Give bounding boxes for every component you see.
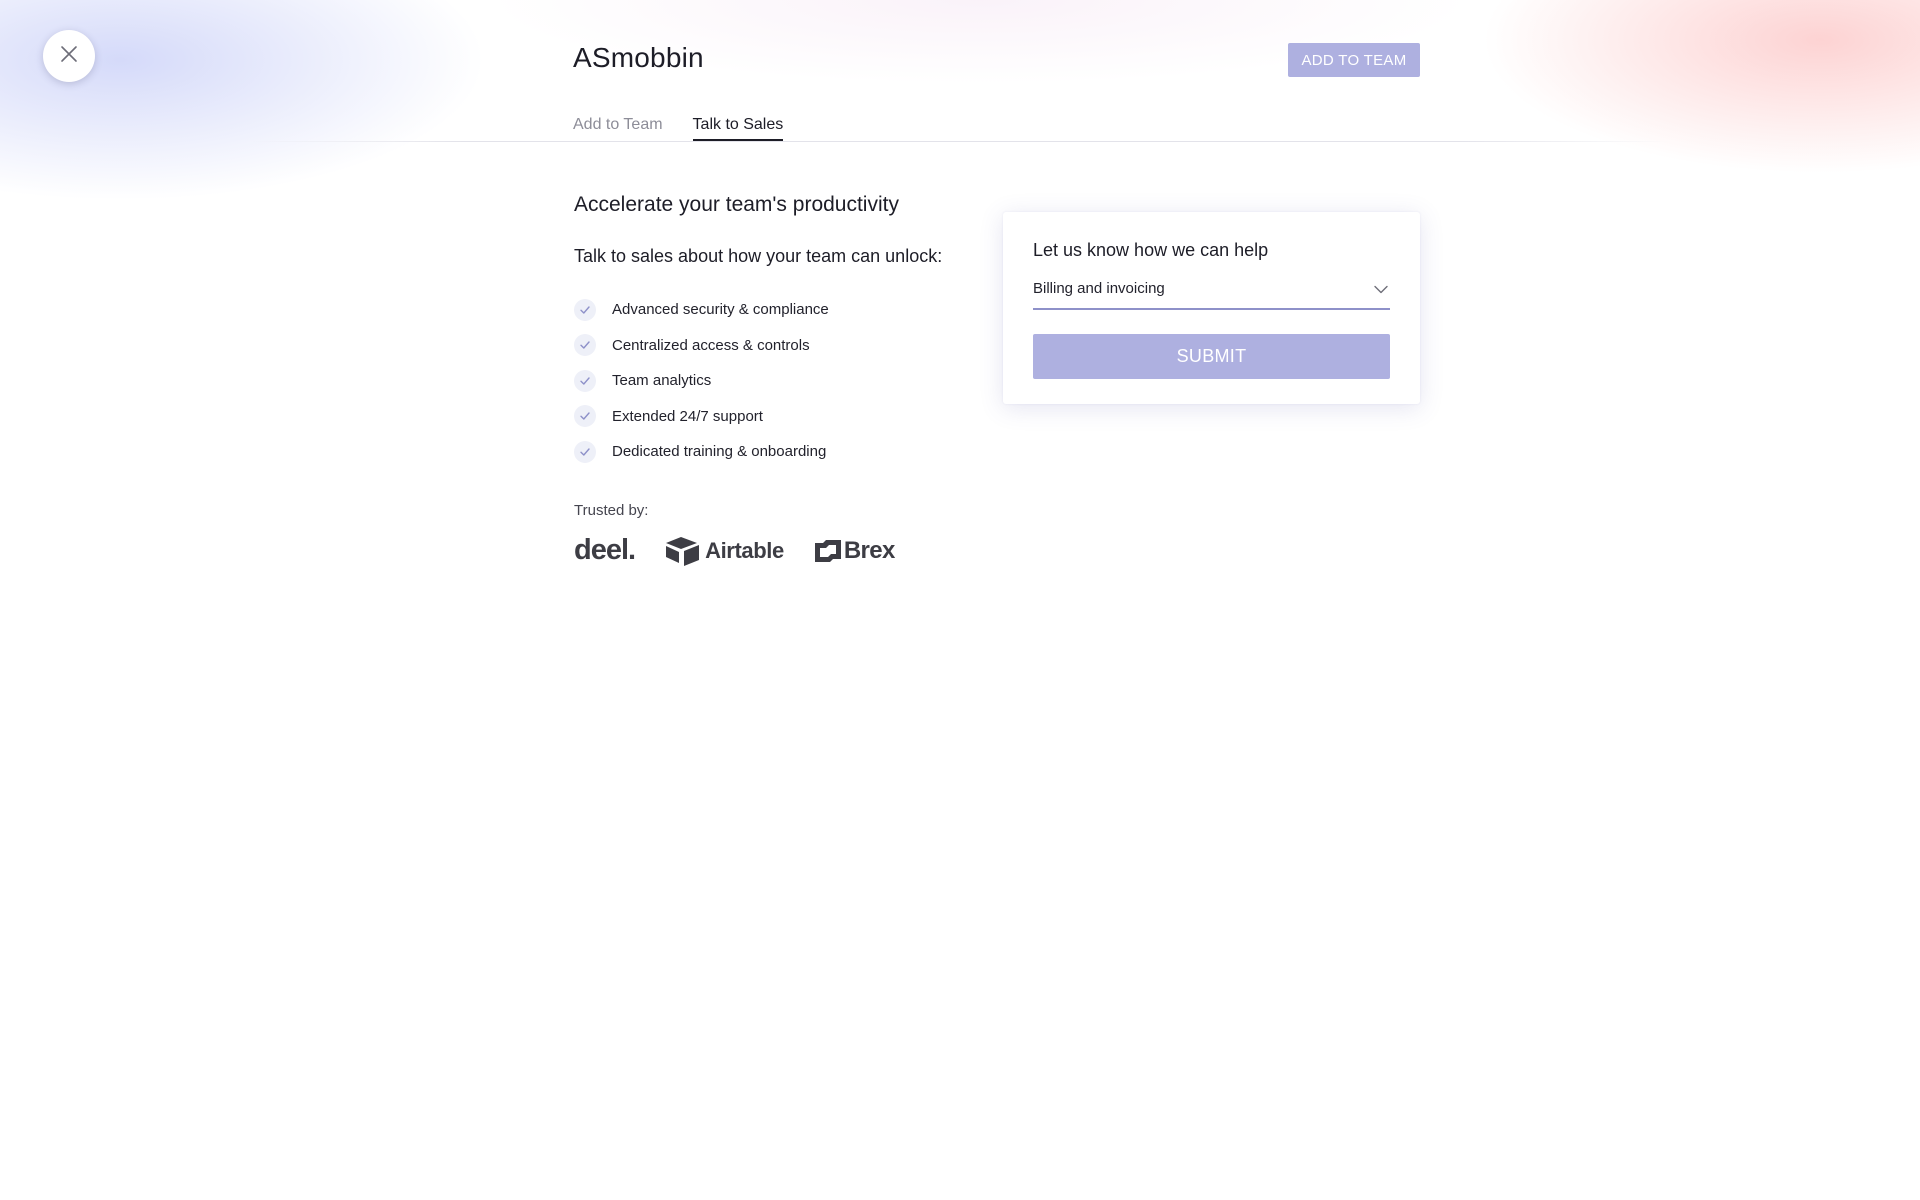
feature-label: Extended 24/7 support [612,407,763,425]
team-upgrade-modal: ASmobbin ADD TO TEAM Add to Team Talk to… [0,0,1920,1200]
list-item: Dedicated training & onboarding [574,434,829,470]
tab-talk-to-sales[interactable]: Talk to Sales [692,116,784,141]
tab-bar: Add to Team Talk to Sales [573,116,784,141]
check-icon [574,369,596,392]
feature-list: Advanced security & compliance Centraliz… [574,292,829,470]
header-gradient-background [0,0,1920,300]
brex-logo-text: Brex [843,536,896,564]
contact-sales-card: Let us know how we can help Billing and … [1003,212,1420,404]
close-icon [59,44,79,69]
check-icon [574,298,596,321]
brex-logo: Brex [814,537,895,565]
airtable-logo-text: Airtable [705,537,784,563]
list-item: Extended 24/7 support [574,399,829,435]
add-to-team-button[interactable]: ADD TO TEAM [1288,43,1420,77]
list-item: Advanced security & compliance [574,292,829,328]
deel-logo: deel. [574,534,636,566]
card-title: Let us know how we can help [1033,240,1269,260]
check-icon [574,405,596,428]
brex-logo-icon [814,539,841,562]
trusted-by-label: Trusted by: [574,502,649,519]
airtable-logo: Airtable [665,536,784,566]
airtable-logo-icon [666,536,700,566]
page-title: ASmobbin [573,42,704,73]
section-headline: Accelerate your team's productivity [574,193,899,216]
feature-label: Centralized access & controls [612,336,810,354]
list-item: Team analytics [574,363,829,399]
check-icon [574,440,596,463]
close-button[interactable] [43,30,95,82]
check-icon [574,334,596,357]
chevron-down-icon [1374,281,1388,299]
feature-label: Dedicated training & onboarding [612,443,827,461]
help-topic-select[interactable]: Billing and invoicing [1033,276,1390,310]
customer-logos: deel. Airtable Brex [574,534,895,567]
feature-label: Advanced security & compliance [612,301,829,319]
tab-add-to-team[interactable]: Add to Team [573,116,663,141]
list-item: Centralized access & controls [574,328,829,364]
tabs-divider [250,141,1670,142]
select-value: Billing and invoicing [1033,279,1165,297]
submit-button[interactable]: SUBMIT [1033,334,1390,379]
section-subhead: Talk to sales about how your team can un… [574,246,943,266]
feature-label: Team analytics [612,372,712,390]
